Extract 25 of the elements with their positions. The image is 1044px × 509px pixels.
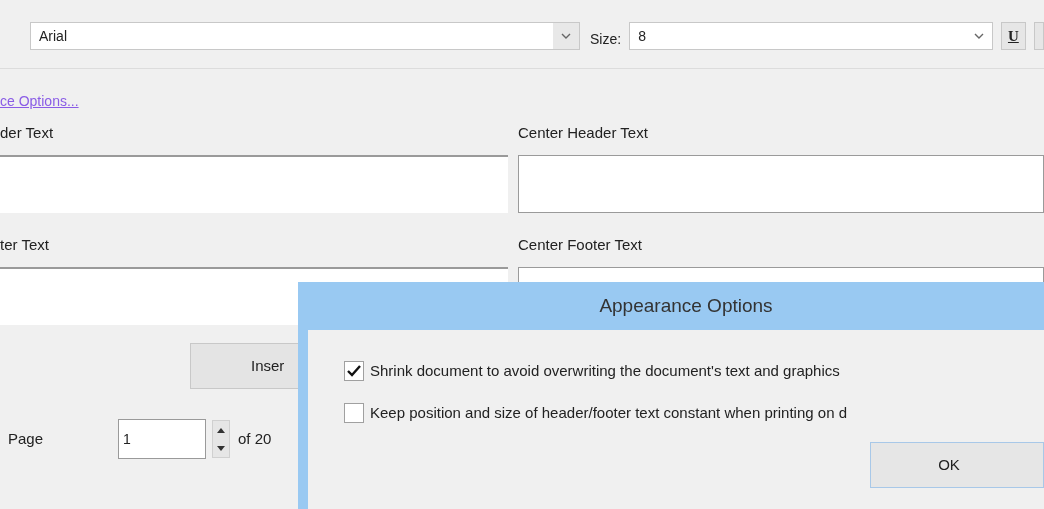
text-field[interactable] (518, 155, 1044, 213)
page-count: of 20 (238, 428, 272, 449)
option-label: Keep position and size of header/footer text constant when printing on d (370, 402, 847, 423)
field-label: Center Footer Text (518, 236, 642, 253)
page-label: Page (7, 428, 45, 449)
caret-icon (561, 33, 572, 39)
size-dropdown[interactable]: 8 (629, 22, 993, 50)
font-dropdown[interactable]: Arial (30, 22, 581, 50)
options-link[interactable]: ce Options... (0, 93, 79, 109)
size-label: Size: (590, 29, 622, 49)
ok-button[interactable]: OK (870, 442, 1044, 488)
dialog-title: Appearance Options (598, 293, 773, 318)
field-label: ter Text (0, 236, 49, 253)
underline-button[interactable]: U (1000, 22, 1027, 50)
up-arrow-icon (217, 427, 225, 433)
caret-icon (973, 33, 984, 39)
down-arrow-icon (217, 445, 225, 451)
option-label: Shrink document to avoid overwriting the document's text and graphics (370, 361, 840, 381)
text-field[interactable] (0, 155, 508, 213)
field-label: der Text (0, 124, 54, 141)
checkbox[interactable] (344, 402, 364, 423)
page-field[interactable]: 1 (118, 419, 206, 459)
spinner-button[interactable] (212, 420, 230, 458)
checkbox[interactable] (344, 361, 364, 382)
field-label: Center Header Text (518, 124, 648, 141)
